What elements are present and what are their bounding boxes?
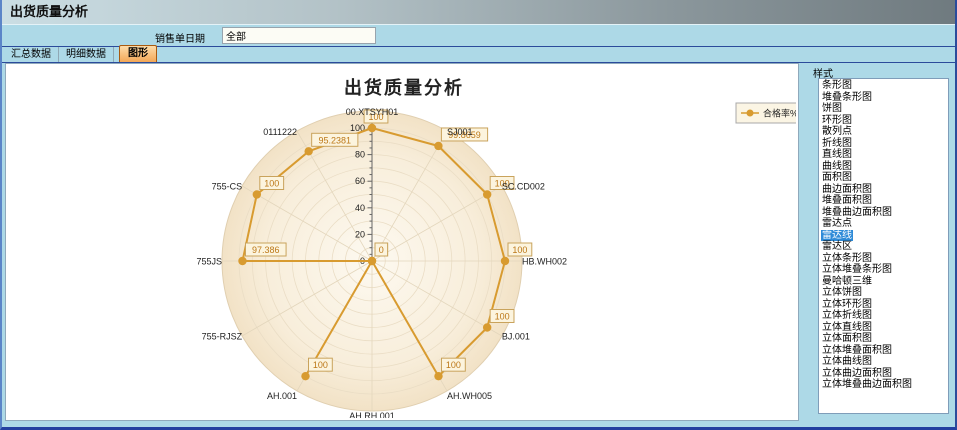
style-list-item[interactable]: 堆叠面积图	[821, 195, 948, 207]
category-label: 00.XTSYH01	[346, 107, 399, 117]
style-list-item[interactable]: 立体堆叠条形图	[821, 264, 948, 276]
category-label: SC.CD002	[502, 182, 545, 192]
data-point[interactable]	[301, 372, 309, 380]
style-list-item[interactable]: 立体直线图	[821, 322, 948, 334]
value-label: 100	[446, 360, 461, 370]
data-point[interactable]	[368, 257, 376, 265]
data-point[interactable]	[434, 142, 442, 150]
style-list-item[interactable]: 散列点	[821, 126, 948, 138]
value-label: 100	[264, 179, 279, 189]
axis-tick-label: 60	[355, 176, 365, 186]
date-filter-label: 销售单日期	[155, 30, 205, 45]
style-list-item[interactable]: 立体环形图	[821, 299, 948, 311]
style-list-item[interactable]: 立体折线图	[821, 310, 948, 322]
data-point[interactable]	[501, 257, 509, 265]
value-label: 97.386	[252, 245, 280, 255]
style-listbox[interactable]: 条形图堆叠条形图饼图环形图散列点折线图直线图曲线图面积图曲边面积图堆叠面积图堆叠…	[818, 78, 949, 414]
tab-1[interactable]: 明细数据	[59, 47, 114, 62]
value-label: 100	[495, 312, 510, 322]
category-label: AH.001	[267, 391, 297, 401]
style-list-item[interactable]: 面积图	[821, 172, 948, 184]
value-label: 95.2381	[318, 135, 351, 145]
data-point[interactable]	[238, 257, 246, 265]
category-label: HB.WH002	[522, 257, 567, 267]
style-list-item[interactable]: 立体堆叠面积图	[821, 345, 948, 357]
style-list-item[interactable]: 立体面积图	[821, 333, 948, 345]
category-label: 755-CS	[212, 182, 243, 192]
style-list-item[interactable]: 雷达线	[821, 230, 948, 242]
style-list-item[interactable]: 雷达区	[821, 241, 948, 253]
axis-tick-label: 40	[355, 203, 365, 213]
data-point[interactable]	[368, 124, 376, 132]
category-label: AH.RH.001	[349, 411, 395, 418]
data-point[interactable]	[483, 323, 491, 331]
legend-label: 合格率%	[763, 108, 796, 119]
style-list-item[interactable]: 折线图	[821, 138, 948, 150]
tab-0[interactable]: 汇总数据	[4, 47, 59, 62]
tab-strip: 汇总数据明细数据图形	[0, 47, 957, 63]
category-label: BJ.001	[502, 332, 530, 342]
style-list-item[interactable]: 饼图	[821, 103, 948, 115]
value-label: 100	[512, 245, 527, 255]
value-label: 100	[313, 360, 328, 370]
style-list-item[interactable]: 雷达点	[821, 218, 948, 230]
style-list-item[interactable]: 立体条形图	[821, 253, 948, 265]
style-list-item[interactable]: 堆叠条形图	[821, 92, 948, 104]
category-label: AH.WH005	[447, 391, 492, 401]
style-list-item[interactable]: 立体曲边面积图	[821, 368, 948, 380]
category-label: SJ001	[447, 127, 473, 137]
tab-2[interactable]: 图形	[119, 45, 157, 62]
style-list-item[interactable]: 立体堆叠曲边面积图	[821, 379, 948, 391]
style-list-item[interactable]: 堆叠曲边面积图	[821, 207, 948, 219]
style-list-item[interactable]: 立体曲线图	[821, 356, 948, 368]
category-label: 755JS	[196, 257, 222, 267]
category-label: 755-RJSZ	[202, 332, 243, 342]
axis-tick-label: 20	[355, 229, 365, 239]
radar-chart-svg: 出货质量分析02040608010010099.8659100100100100…	[6, 64, 796, 418]
style-list-item[interactable]: 曲边面积图	[821, 184, 948, 196]
style-list-item[interactable]: 条形图	[821, 80, 948, 92]
data-point[interactable]	[304, 147, 312, 155]
date-filter-input[interactable]	[222, 27, 376, 44]
chart-panel: 出货质量分析02040608010010099.8659100100100100…	[5, 63, 799, 421]
window-title: 出货质量分析	[0, 0, 957, 24]
style-list-item[interactable]: 环形图	[821, 115, 948, 127]
data-point[interactable]	[483, 190, 491, 198]
value-label: 0	[379, 245, 384, 255]
style-list-item[interactable]: 曼哈顿三维	[821, 276, 948, 288]
data-point[interactable]	[434, 372, 442, 380]
style-list-item[interactable]: 立体饼图	[821, 287, 948, 299]
category-label: 0111222	[263, 127, 297, 137]
filter-toolbar: 销售单日期	[0, 24, 957, 47]
chart-title: 出货质量分析	[344, 77, 464, 98]
data-point[interactable]	[253, 190, 261, 198]
axis-tick-label: 80	[355, 150, 365, 160]
style-list-item[interactable]: 直线图	[821, 149, 948, 161]
legend-point-marker	[747, 110, 754, 117]
style-list-item[interactable]: 曲线图	[821, 161, 948, 173]
